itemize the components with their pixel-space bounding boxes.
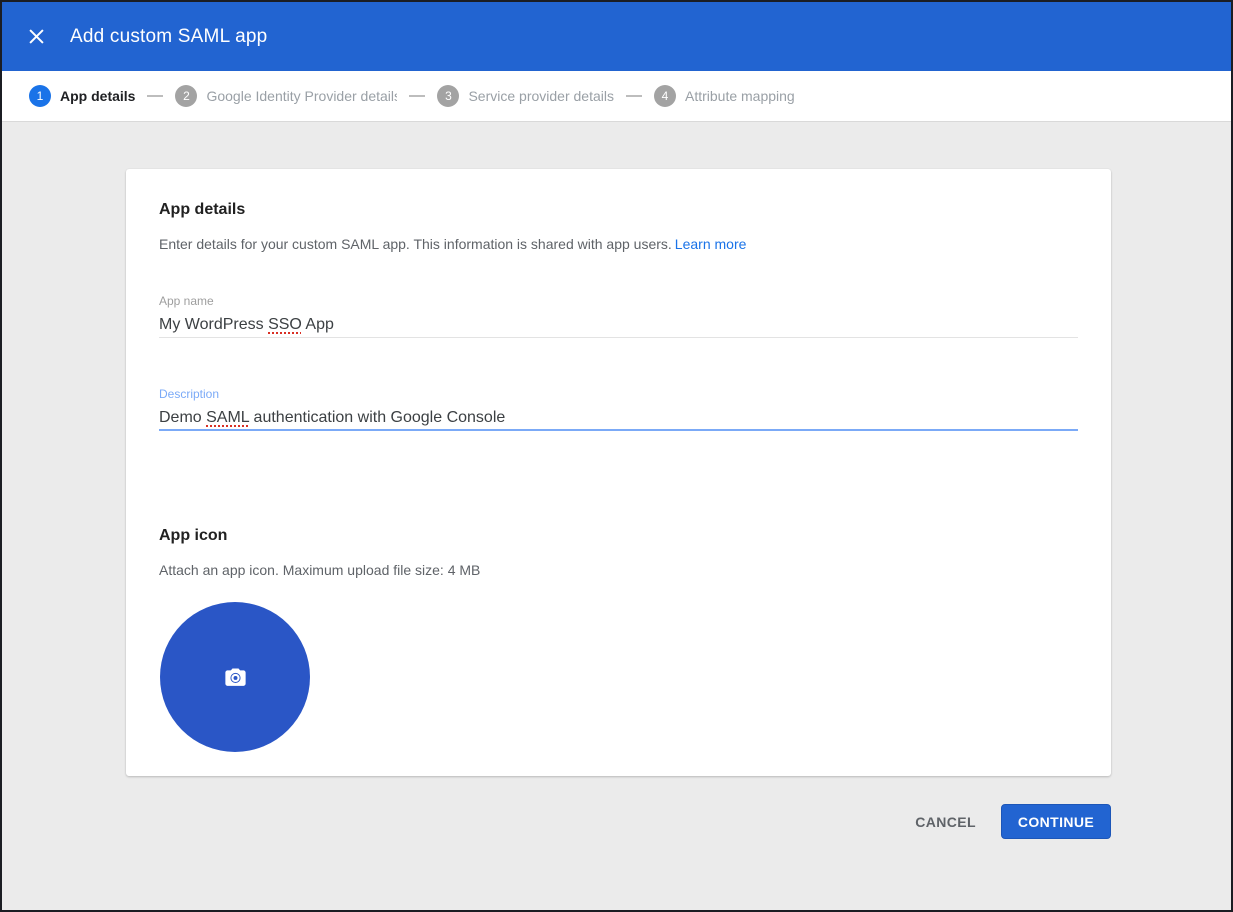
description-input[interactable]: Demo SAML authentication with Google Con… <box>159 408 1078 431</box>
step-4-badge: 4 <box>653 85 676 107</box>
description-misspelled-word: SAML <box>206 409 250 426</box>
step-3-label: Service provider details <box>468 88 614 104</box>
step-app-details: 1 App details <box>29 85 135 107</box>
add-custom-saml-app-dialog: Add custom SAML app 1 App details 2 Goog… <box>0 0 1233 912</box>
step-3-badge: 3 <box>437 85 460 107</box>
dialog-body: App details Enter details for your custo… <box>2 122 1231 909</box>
intro-paragraph: Enter details for your custom SAML app. … <box>159 236 1078 252</box>
step-google-idp-details: 2 Google Identity Provider details <box>175 85 397 107</box>
learn-more-link[interactable]: Learn more <box>675 236 747 252</box>
app-name-text: My WordPress <box>159 316 269 333</box>
step-1-label: App details <box>60 88 136 104</box>
step-2-label: Google Identity Provider details <box>206 88 398 104</box>
step-connector <box>147 95 164 97</box>
app-details-card: App details Enter details for your custo… <box>126 169 1111 776</box>
step-service-provider-details: 3 Service provider details <box>437 85 614 107</box>
intro-text: Enter details for your custom SAML app. … <box>159 236 672 252</box>
description-field[interactable]: Description Demo SAML authentication wit… <box>159 388 1078 431</box>
step-2-badge: 2 <box>175 85 198 107</box>
stepper: 1 App details 2 Google Identity Provider… <box>2 71 1231 122</box>
app-name-field[interactable]: App name My WordPress SSO App <box>159 295 1078 338</box>
description-label: Description <box>159 387 220 401</box>
dialog-title: Add custom SAML app <box>70 25 268 47</box>
app-name-text: App <box>301 316 334 333</box>
close-button[interactable] <box>26 26 47 47</box>
step-attribute-mapping: 4 Attribute mapping <box>653 85 795 107</box>
section-heading-app-icon: App icon <box>159 527 228 544</box>
step-4-label: Attribute mapping <box>684 88 795 104</box>
step-connector <box>409 95 426 97</box>
step-1-badge: 1 <box>29 85 51 107</box>
section-heading-app-details: App details <box>159 201 246 218</box>
continue-button[interactable]: CONTINUE <box>1001 804 1111 839</box>
camera-icon <box>224 668 246 686</box>
dialog-actions: CANCEL CONTINUE <box>126 804 1111 839</box>
description-text: Demo <box>159 409 207 426</box>
dialog-header: Add custom SAML app <box>2 2 1231 71</box>
description-text: authentication with Google Console <box>249 409 506 426</box>
app-icon-upload-button[interactable] <box>160 602 310 752</box>
app-name-misspelled-word: SSO <box>268 316 302 333</box>
app-icon-help-text: Attach an app icon. Maximum upload file … <box>159 562 481 578</box>
app-name-label: App name <box>159 294 214 308</box>
cancel-button[interactable]: CANCEL <box>905 806 986 838</box>
step-connector <box>625 95 642 97</box>
close-icon <box>29 29 44 44</box>
app-name-input[interactable]: My WordPress SSO App <box>159 315 1078 338</box>
